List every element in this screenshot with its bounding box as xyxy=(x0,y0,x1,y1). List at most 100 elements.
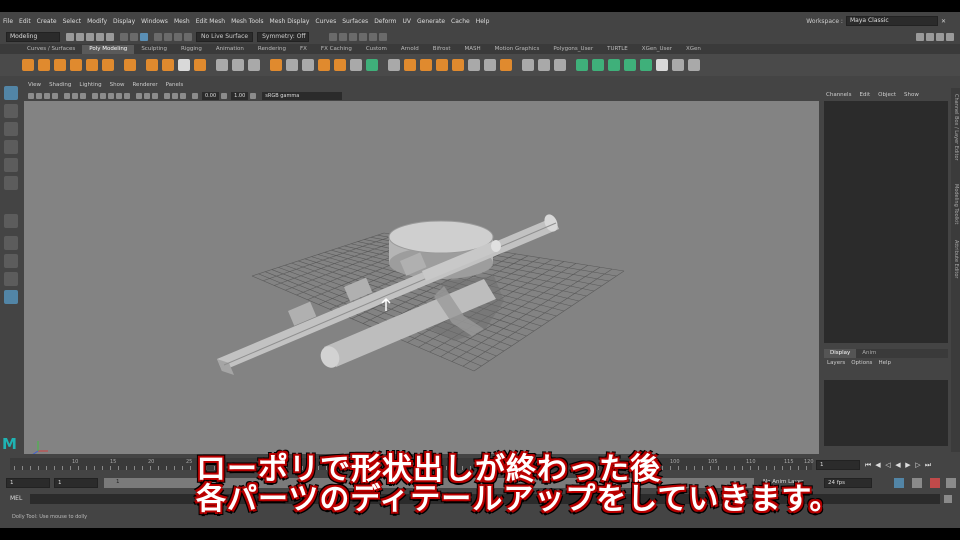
exposure-field[interactable]: 0.00 xyxy=(202,91,220,100)
snap-surface-icon[interactable] xyxy=(184,33,192,41)
shelf-tab-turtle[interactable]: TURTLE xyxy=(600,45,635,54)
menu-item-mesh[interactable]: Mesh xyxy=(171,18,193,25)
append-polygon-icon[interactable] xyxy=(420,59,432,71)
side-tab-modeling-toolkit[interactable]: Modeling Toolkit xyxy=(951,184,960,224)
menu-set-dropdown[interactable]: Modeling xyxy=(6,32,60,42)
side-tab-attribute-editor[interactable]: Attribute Editor xyxy=(951,240,960,278)
panel-menu-item-show[interactable]: Show xyxy=(106,82,129,88)
shelf-tab-custom[interactable]: Custom xyxy=(359,45,394,54)
ipr-render-icon[interactable] xyxy=(339,33,348,41)
channel-box-icon[interactable] xyxy=(946,33,954,41)
separate-icon[interactable] xyxy=(232,59,244,71)
shelf-tab-arnold[interactable]: Arnold xyxy=(394,45,426,54)
snap-curve-icon[interactable] xyxy=(164,33,172,41)
layer-list[interactable] xyxy=(824,380,948,446)
four-view-icon[interactable] xyxy=(4,254,18,268)
type-icon[interactable] xyxy=(178,59,190,71)
uv-automatic-icon[interactable] xyxy=(624,59,636,71)
attribute-editor-icon[interactable] xyxy=(926,33,934,41)
smooth-shade-icon[interactable] xyxy=(100,92,106,99)
rotate-tool-icon[interactable] xyxy=(4,158,18,172)
side-tab-channel-box[interactable]: Channel Box / Layer Editor xyxy=(951,94,960,161)
uv-editor-icon[interactable] xyxy=(640,59,652,71)
poly-cube-icon[interactable] xyxy=(38,59,50,71)
camera-icon[interactable] xyxy=(28,92,34,99)
panel-menu-item-lighting[interactable]: Lighting xyxy=(75,82,105,88)
dof-icon[interactable] xyxy=(180,92,186,99)
menu-item-surfaces[interactable]: Surfaces xyxy=(339,18,371,25)
lights-icon[interactable] xyxy=(116,92,122,99)
wedge-icon[interactable] xyxy=(468,59,480,71)
step-back-key-icon[interactable]: ◀ xyxy=(874,460,882,470)
shelf-tab-xgen-user[interactable]: XGen_User xyxy=(635,45,679,54)
snap-point-icon[interactable] xyxy=(174,33,182,41)
mirror-icon[interactable] xyxy=(286,59,298,71)
paint-select-icon[interactable] xyxy=(4,122,18,136)
camera-attr-icon[interactable] xyxy=(36,92,42,99)
bookmark-icon[interactable] xyxy=(44,92,50,99)
pause-icon[interactable] xyxy=(379,33,388,41)
undo-icon[interactable] xyxy=(96,33,104,41)
menu-item-curves[interactable]: Curves xyxy=(312,18,339,25)
wireframe-icon[interactable] xyxy=(92,92,98,99)
poly-platonic-icon[interactable] xyxy=(146,59,158,71)
layer-menu-item-layers[interactable]: Layers xyxy=(824,359,848,368)
tool-settings-icon[interactable] xyxy=(936,33,944,41)
snap-grid-icon[interactable] xyxy=(154,33,162,41)
poly-cylinder-icon[interactable] xyxy=(54,59,66,71)
save-scene-icon[interactable] xyxy=(86,33,94,41)
color-management-icon[interactable] xyxy=(250,92,257,99)
anim-prefs-icon[interactable] xyxy=(946,478,956,488)
single-view-icon[interactable] xyxy=(4,236,18,250)
gamma-field[interactable]: 1.00 xyxy=(231,91,249,100)
panel-menu-item-view[interactable]: View xyxy=(24,82,45,88)
step-forward-icon[interactable]: ▷ xyxy=(914,460,922,470)
menu-item-modify[interactable]: Modify xyxy=(84,18,110,25)
menu-item-edit-mesh[interactable]: Edit Mesh xyxy=(193,18,228,25)
select-tool-icon[interactable] xyxy=(4,86,18,100)
layer-tab-display[interactable]: Display xyxy=(824,349,857,358)
xray-icon[interactable] xyxy=(144,92,150,99)
shelf-tab-sculpting[interactable]: Sculpting xyxy=(134,45,174,54)
shelf-tab-curves-surfaces[interactable]: Curves / Surfaces xyxy=(20,45,82,54)
current-frame-field[interactable]: 1 xyxy=(816,460,860,470)
script-editor-icon[interactable] xyxy=(944,495,952,503)
film-gate-icon[interactable] xyxy=(72,92,78,99)
menu-item-mesh-display[interactable]: Mesh Display xyxy=(267,18,313,25)
uv-spherical-icon[interactable] xyxy=(608,59,620,71)
image-plane-icon[interactable] xyxy=(52,92,58,99)
menu-item-cache[interactable]: Cache xyxy=(448,18,473,25)
workspace-dropdown[interactable]: Maya Classic xyxy=(845,16,938,26)
multi-cut-icon[interactable] xyxy=(350,59,362,71)
channel-menu-item-edit[interactable]: Edit xyxy=(855,90,874,100)
step-back-icon[interactable]: ◁ xyxy=(884,460,892,470)
poly-sphere-icon[interactable] xyxy=(22,59,34,71)
auto-keyframe-icon[interactable] xyxy=(930,478,940,488)
persp-outliner-icon[interactable] xyxy=(4,272,18,286)
shelf-tab-mash[interactable]: MASH xyxy=(457,45,487,54)
isolate-icon[interactable] xyxy=(136,92,142,99)
menu-item-generate[interactable]: Generate xyxy=(414,18,448,25)
super-shape-icon[interactable] xyxy=(162,59,174,71)
ao-icon[interactable] xyxy=(164,92,170,99)
uv-planar-icon[interactable] xyxy=(576,59,588,71)
live-surface-field[interactable]: No Live Surface xyxy=(196,32,254,42)
menu-item-file[interactable]: File xyxy=(0,18,16,25)
collapse-icon[interactable] xyxy=(500,59,512,71)
smooth-icon[interactable] xyxy=(248,59,260,71)
resolution-gate-icon[interactable] xyxy=(80,92,86,99)
scale-tool-icon[interactable] xyxy=(4,176,18,190)
sign-in-icon[interactable] xyxy=(916,33,924,41)
select-component-icon[interactable] xyxy=(140,33,148,41)
boolean-icon[interactable] xyxy=(270,59,282,71)
layer-tab-anim[interactable]: Anim xyxy=(856,349,882,358)
target-weld-icon[interactable] xyxy=(366,59,378,71)
menu-item-help[interactable]: Help xyxy=(473,18,493,25)
play-forward-icon[interactable]: ▶ xyxy=(904,460,912,470)
menu-item-windows[interactable]: Windows xyxy=(138,18,171,25)
poke-icon[interactable] xyxy=(452,59,464,71)
shelf-tab-bifrost[interactable]: Bifrost xyxy=(426,45,458,54)
relax-icon[interactable] xyxy=(554,59,566,71)
combine-icon[interactable] xyxy=(216,59,228,71)
extract-icon[interactable] xyxy=(302,59,314,71)
